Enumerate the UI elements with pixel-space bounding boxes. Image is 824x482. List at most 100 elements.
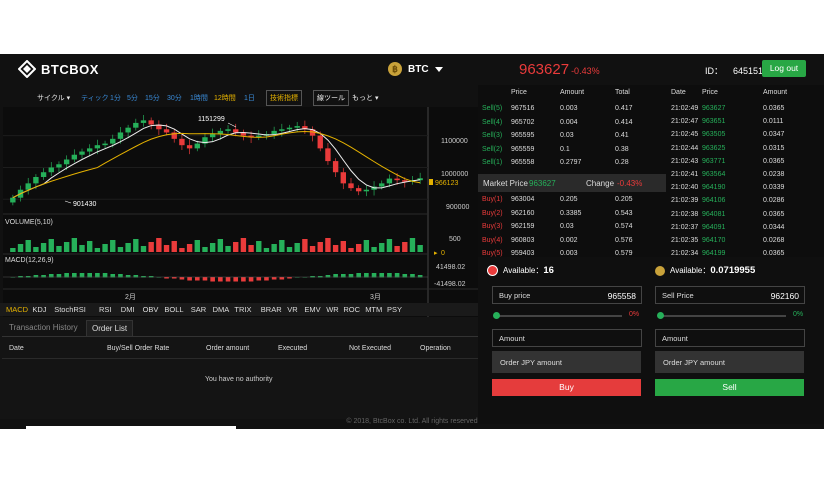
sell-price: 965595 <box>511 132 535 139</box>
btcbox-logo-icon <box>18 60 36 78</box>
sell-slider-handle[interactable] <box>657 312 664 319</box>
buy-button[interactable]: Buy <box>492 379 641 396</box>
trade-time: 21:02:45 <box>671 131 699 139</box>
sell-order-row[interactable]: Sell(4) 965702 0.004 0.414 <box>478 117 666 130</box>
buy-total: 0.543 <box>615 209 633 217</box>
interval-12h[interactable]: 12時間 <box>214 93 236 103</box>
buy-order-row[interactable]: Buy(3) 962159 0.03 0.574 <box>478 221 666 234</box>
ob-header-price: Price <box>511 89 527 96</box>
buy-percent-slider[interactable] <box>493 312 622 319</box>
buy-order-row[interactable]: Buy(1) 963004 0.205 0.205 <box>478 194 666 207</box>
candle-body <box>10 197 16 203</box>
volume-bar <box>248 245 254 252</box>
volume-bar <box>279 240 285 252</box>
cycle-dropdown[interactable]: サイクル ▾ <box>37 93 70 103</box>
macd-bar <box>202 277 208 281</box>
volume-bar <box>386 239 393 252</box>
sell-order-row[interactable]: Sell(2) 965559 0.1 0.38 <box>478 144 666 157</box>
candle-body <box>286 127 293 130</box>
interval-1m[interactable]: 1分 <box>110 93 121 103</box>
indicator-psy[interactable]: PSY <box>387 305 402 314</box>
more-dropdown[interactable]: もっと ▾ <box>352 93 378 103</box>
candle-body <box>40 172 47 177</box>
buy-order-row[interactable]: Buy(4) 960803 0.002 0.576 <box>478 235 666 248</box>
trade-row: 21:02:41 963564 0.0238 <box>666 169 824 182</box>
candle-body <box>179 138 185 146</box>
indicator-sar[interactable]: SAR <box>191 305 206 314</box>
sell-percent-slider[interactable] <box>657 312 786 319</box>
trade-amount: 0.0344 <box>763 223 785 231</box>
tab-order-list[interactable]: Order List <box>86 320 134 336</box>
indicator-wr[interactable]: WR <box>326 305 339 314</box>
col-not-executed: Not Executed <box>349 345 392 352</box>
trade-price: 963564 <box>702 171 726 178</box>
buy-slider-handle[interactable] <box>493 312 500 319</box>
candle-body <box>340 172 346 184</box>
buy-price-value: 965558 <box>607 291 636 301</box>
indicator-dmi[interactable]: DMI <box>121 305 135 314</box>
tick-button[interactable]: ティック <box>81 93 109 103</box>
draw-tools-button[interactable]: 線ツール <box>313 90 349 106</box>
indicator-brar[interactable]: BRAR <box>261 305 282 314</box>
trade-amount: 0.0268 <box>763 237 785 244</box>
interval-5m[interactable]: 5分 <box>127 93 138 103</box>
interval-15m[interactable]: 15分 <box>145 93 160 103</box>
trade-time: 21:02:37 <box>671 223 699 231</box>
sell-amount: 0.004 <box>560 118 578 126</box>
indicator-vr[interactable]: VR <box>287 305 297 314</box>
trades-header-price: Price <box>702 89 718 96</box>
candle-body <box>386 178 393 184</box>
ob-header-amount: Amount <box>560 89 585 96</box>
sell-amount-field[interactable]: Amount <box>655 329 805 347</box>
indicator-emv[interactable]: EMV <box>304 305 320 314</box>
market-price-value: 963627 <box>529 179 556 188</box>
tab-transaction-history[interactable]: Transaction History <box>4 320 83 335</box>
candle-body <box>379 183 385 187</box>
candle-body <box>209 134 216 138</box>
indicator-mtm[interactable]: MTM <box>365 305 382 314</box>
candle-body <box>363 189 370 192</box>
sell-order-row[interactable]: Sell(1) 965558 0.2797 0.28 <box>478 157 666 170</box>
indicator-roc[interactable]: ROC <box>343 305 360 314</box>
buy-amount-field[interactable]: Amount <box>492 329 642 347</box>
logout-button[interactable]: Log out <box>762 60 806 77</box>
coin-selector[interactable]: ฿ BTC <box>388 62 443 76</box>
volume-bar <box>71 238 78 252</box>
footer-copyright: © 2018, BtcBox co. Ltd. All rights reser… <box>346 418 478 425</box>
interval-1d[interactable]: 1日 <box>244 93 255 103</box>
price-tick-1: 1100000 <box>441 138 468 145</box>
sell-order-row[interactable]: Sell(3) 965595 0.03 0.41 <box>478 130 666 143</box>
interval-1h[interactable]: 1時間 <box>190 93 208 103</box>
indicator-dma[interactable]: DMA <box>213 305 230 314</box>
volume-bar <box>417 245 423 252</box>
interval-30m[interactable]: 30分 <box>167 93 182 103</box>
macd-bar <box>179 277 185 280</box>
indicator-macd[interactable]: MACD <box>6 305 28 314</box>
buy-order-row[interactable]: Buy(2) 962160 0.3385 0.543 <box>478 208 666 221</box>
candle-body <box>71 154 78 160</box>
volume-bar <box>117 247 124 252</box>
indicator-boll[interactable]: BOLL <box>164 305 183 314</box>
logo[interactable]: BTCBOX <box>18 60 99 78</box>
indicator-obv[interactable]: OBV <box>143 305 159 314</box>
volume-bar <box>317 242 323 252</box>
indicator-rsi[interactable]: RSI <box>99 305 112 314</box>
chart-toolbar: サイクル ▾ ティック 1分 5分 15分 30分 1時間 12時間 1日 技術… <box>0 87 478 107</box>
volume-bar <box>294 243 300 252</box>
trade-time: 21:02:44 <box>671 144 699 152</box>
buy-price-label: Buy price <box>499 291 531 300</box>
candle-body <box>33 177 39 184</box>
volume-bars <box>10 238 423 252</box>
trade-time: 21:02:39 <box>671 197 699 205</box>
indicator-stochrsi[interactable]: StochRSI <box>54 305 86 314</box>
indicators-button[interactable]: 技術指標 <box>266 90 302 106</box>
sell-order-row[interactable]: Sell(5) 967516 0.003 0.417 <box>478 103 666 116</box>
buy-price-field[interactable]: Buy price 965558 <box>492 286 642 304</box>
sell-price-field[interactable]: Sell Price 962160 <box>655 286 805 304</box>
indicator-trix[interactable]: TRIX <box>234 305 251 314</box>
sell-button[interactable]: Sell <box>655 379 804 396</box>
price-chart[interactable]: 1151299 901430 1100000 1000000 900000 96… <box>0 107 478 419</box>
candle-body <box>163 129 170 133</box>
sell-amount: 0.2797 <box>560 159 582 166</box>
indicator-kdj[interactable]: KDJ <box>32 305 46 314</box>
